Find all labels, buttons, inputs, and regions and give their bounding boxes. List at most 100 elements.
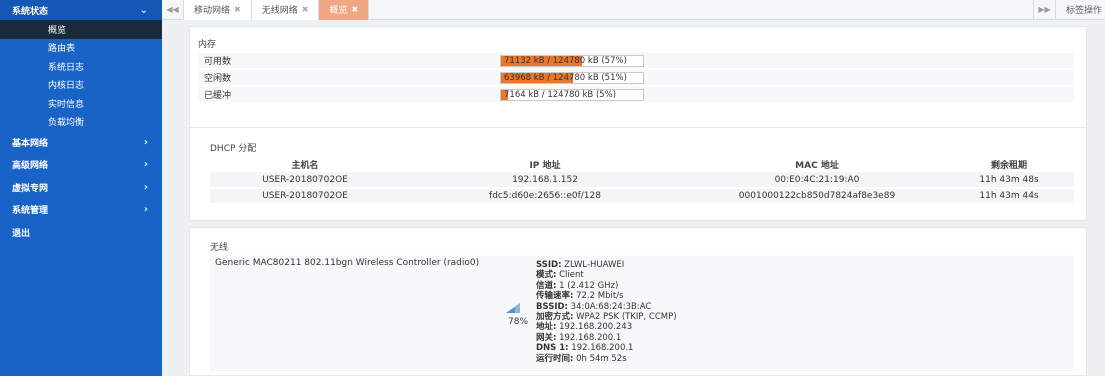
sidebar-item-label: 概览 [48,25,67,36]
info-key: 信道: [536,280,557,291]
sidebar-item-label: 实时信息 [48,99,85,110]
signal-strength-icon [506,303,520,313]
close-icon[interactable]: ✖ [351,5,358,14]
memory-title: 内存 [198,40,217,50]
sidebar-item-label: 系统管理 [12,206,49,217]
memory-panel: 内存 可用数 71132 kB / 124780 kB (57%) 空闲数 63… [189,26,1087,134]
memory-progress-text: 71132 kB / 124780 kB (57%) [504,55,627,66]
wireless-info-uptime: 运行时间: 0h 54m 52s [536,354,677,364]
wireless-device-box: Generic MAC80211 802.11bgn Wireless Cont… [210,255,1074,371]
column-header: 主机名 [291,160,319,171]
table-cell: 192.168.1.152 [400,172,690,189]
table-cell: fdc5:d60e:2656::e0f/128 [400,188,690,205]
sidebar-item-advanced-network[interactable]: 高级网络 › [0,154,162,177]
sidebar-group-label: 系统状态 [12,6,49,17]
memory-row-label: 已缓冲 [204,91,232,101]
info-value: 192.168.200.1 [556,332,622,343]
column-header: MAC 地址 [795,160,839,171]
info-value: 1 (2.412 GHz) [556,280,619,291]
table-row: USER-20180702OE 192.168.1.152 00:E0:4C:2… [210,172,1074,189]
sidebar-item-label: 内核日志 [48,81,85,92]
chevron-down-icon: ⌄ [139,4,148,16]
sidebar-group-status[interactable]: 系统状态 ⌄ [0,0,162,20]
info-key: 模式: [536,270,557,281]
wireless-info-mode: 模式: Client [536,270,677,280]
main-content: 内存 可用数 71132 kB / 124780 kB (57%) 空闲数 63… [162,20,1105,376]
close-icon[interactable]: ✖ [302,5,309,14]
wireless-info-channel: 信道: 1 (2.412 GHz) [536,281,677,291]
dhcp-panel: DHCP 分配 主机名 IP 地址 MAC 地址 剩余租期 USER-20180… [189,127,1087,221]
memory-row-label: 空闲数 [204,74,232,84]
info-key: SSID: [536,260,562,270]
sidebar-item-realtime[interactable]: 实时信息 [0,94,162,113]
memory-row-buffered: 已缓冲 7164 kB / 124780 kB (5%) [198,87,1074,103]
tab-operations-button[interactable]: 标签操作 [1055,0,1105,20]
tab-label: 概览 [329,6,348,16]
sidebar-item-system-management[interactable]: 系统管理 › [0,199,162,222]
sidebar-item-label: 系统日志 [48,62,85,73]
sidebar-item-label: 负载均衡 [48,118,85,129]
memory-row-label: 可用数 [204,57,232,67]
dhcp-title: DHCP 分配 [210,144,257,154]
info-value: 192.168.200.1 [568,343,634,354]
info-key: 加密方式: [536,312,574,323]
table-cell: 00:E0:4C:21:19:A0 [690,172,944,189]
wireless-title: 无线 [210,243,229,253]
memory-row-free: 空闲数 63968 kB / 124780 kB (51%) [198,70,1074,86]
info-value: 0h 54m 52s [573,353,627,364]
memory-row-available: 可用数 71132 kB / 124780 kB (57%) [198,53,1074,69]
tab-scroll-right-button[interactable]: ▶▶ [1033,0,1055,20]
table-cell: USER-20180702OE [210,172,400,189]
info-key: DNS 1: [536,343,569,354]
table-cell: 11h 43m 48s [944,172,1074,189]
column-header: IP 地址 [529,160,561,171]
table-cell: USER-20180702OE [210,188,400,205]
wireless-info-list: SSID: ZLWL-HUAWEI 模式: Client 信道: 1 (2.41… [536,260,677,364]
info-value: Client [556,270,584,281]
wireless-info-gateway: 网关: 192.168.200.1 [536,333,677,343]
info-value: 192.168.200.243 [556,322,633,333]
sidebar-item-load-balance[interactable]: 负载均衡 [0,113,162,132]
table-row: USER-20180702OE fdc5:d60e:2656::e0f/128 … [210,188,1074,205]
sidebar-item-logout[interactable]: 退出 [0,221,162,244]
tab-wireless-network[interactable]: 无线网络 ✖ [251,0,320,20]
memory-progress-bar: 7164 kB / 124780 kB (5%) [500,88,644,101]
sidebar-item-overview[interactable]: 概览 [0,20,162,39]
wireless-device-name: Generic MAC80211 802.11bgn Wireless Cont… [215,258,480,268]
memory-progress-text: 7164 kB / 124780 kB (5%) [504,89,617,100]
sidebar-item-syslog[interactable]: 系统日志 [0,57,162,76]
wireless-info-bitrate: 传输速率: 72.2 Mbit/s [536,291,677,301]
tab-scroll-left-button[interactable]: ◀◀ [162,0,184,20]
column-header: 剩余租期 [990,160,1027,171]
info-key: 传输速率: [536,291,574,302]
sidebar-item-kernel-log[interactable]: 内核日志 [0,76,162,95]
table-cell: 11h 43m 44s [944,188,1074,205]
info-value: WPA2 PSK (TKIP, CCMP) [573,312,677,323]
sidebar-item-routes[interactable]: 路由表 [0,39,162,58]
info-value: 34:0A:68:24:3B:AC [567,301,652,312]
wireless-info-address: 地址: 192.168.200.243 [536,322,677,332]
sidebar-item-vpn[interactable]: 虚拟专网 › [0,176,162,199]
sidebar-item-label: 基本网络 [12,138,49,149]
info-value: 72.2 Mbit/s [573,291,624,302]
sidebar: 系统状态 ⌄ 概览 路由表 系统日志 内核日志 实时信息 负载均衡 基本网络 ›… [0,0,162,376]
chevron-right-icon: › [143,204,148,216]
tab-label: 移动网络 [194,6,231,16]
info-key: 运行时间: [536,353,574,364]
info-key: BSSID: [536,301,568,312]
table-cell: 0001000122cb850d7824af8e3e89 [690,188,944,205]
close-icon[interactable]: ✖ [234,5,241,14]
tab-mobile-network[interactable]: 移动网络 ✖ [184,0,252,20]
chevron-right-icon: › [143,159,148,171]
sidebar-menu: 基本网络 › 高级网络 › 虚拟专网 › 系统管理 › 退出 [0,131,162,244]
tab-overview[interactable]: 概览 ✖ [319,0,370,20]
dhcp-table: 主机名 IP 地址 MAC 地址 剩余租期 USER-20180702OE 19… [210,156,1074,205]
signal-percent: 78% [508,317,529,327]
tab-bar: ◀◀ 移动网络 ✖ 无线网络 ✖ 概览 ✖ ▶▶ 标签操作 [162,0,1105,20]
sidebar-item-label: 高级网络 [12,161,49,172]
info-value: ZLWL-HUAWEI [561,260,625,270]
sidebar-item-label: 路由表 [48,44,76,55]
memory-progress-bar: 63968 kB / 124780 kB (51%) [500,71,644,84]
sidebar-item-basic-network[interactable]: 基本网络 › [0,131,162,154]
sidebar-item-label: 虚拟专网 [12,183,49,194]
